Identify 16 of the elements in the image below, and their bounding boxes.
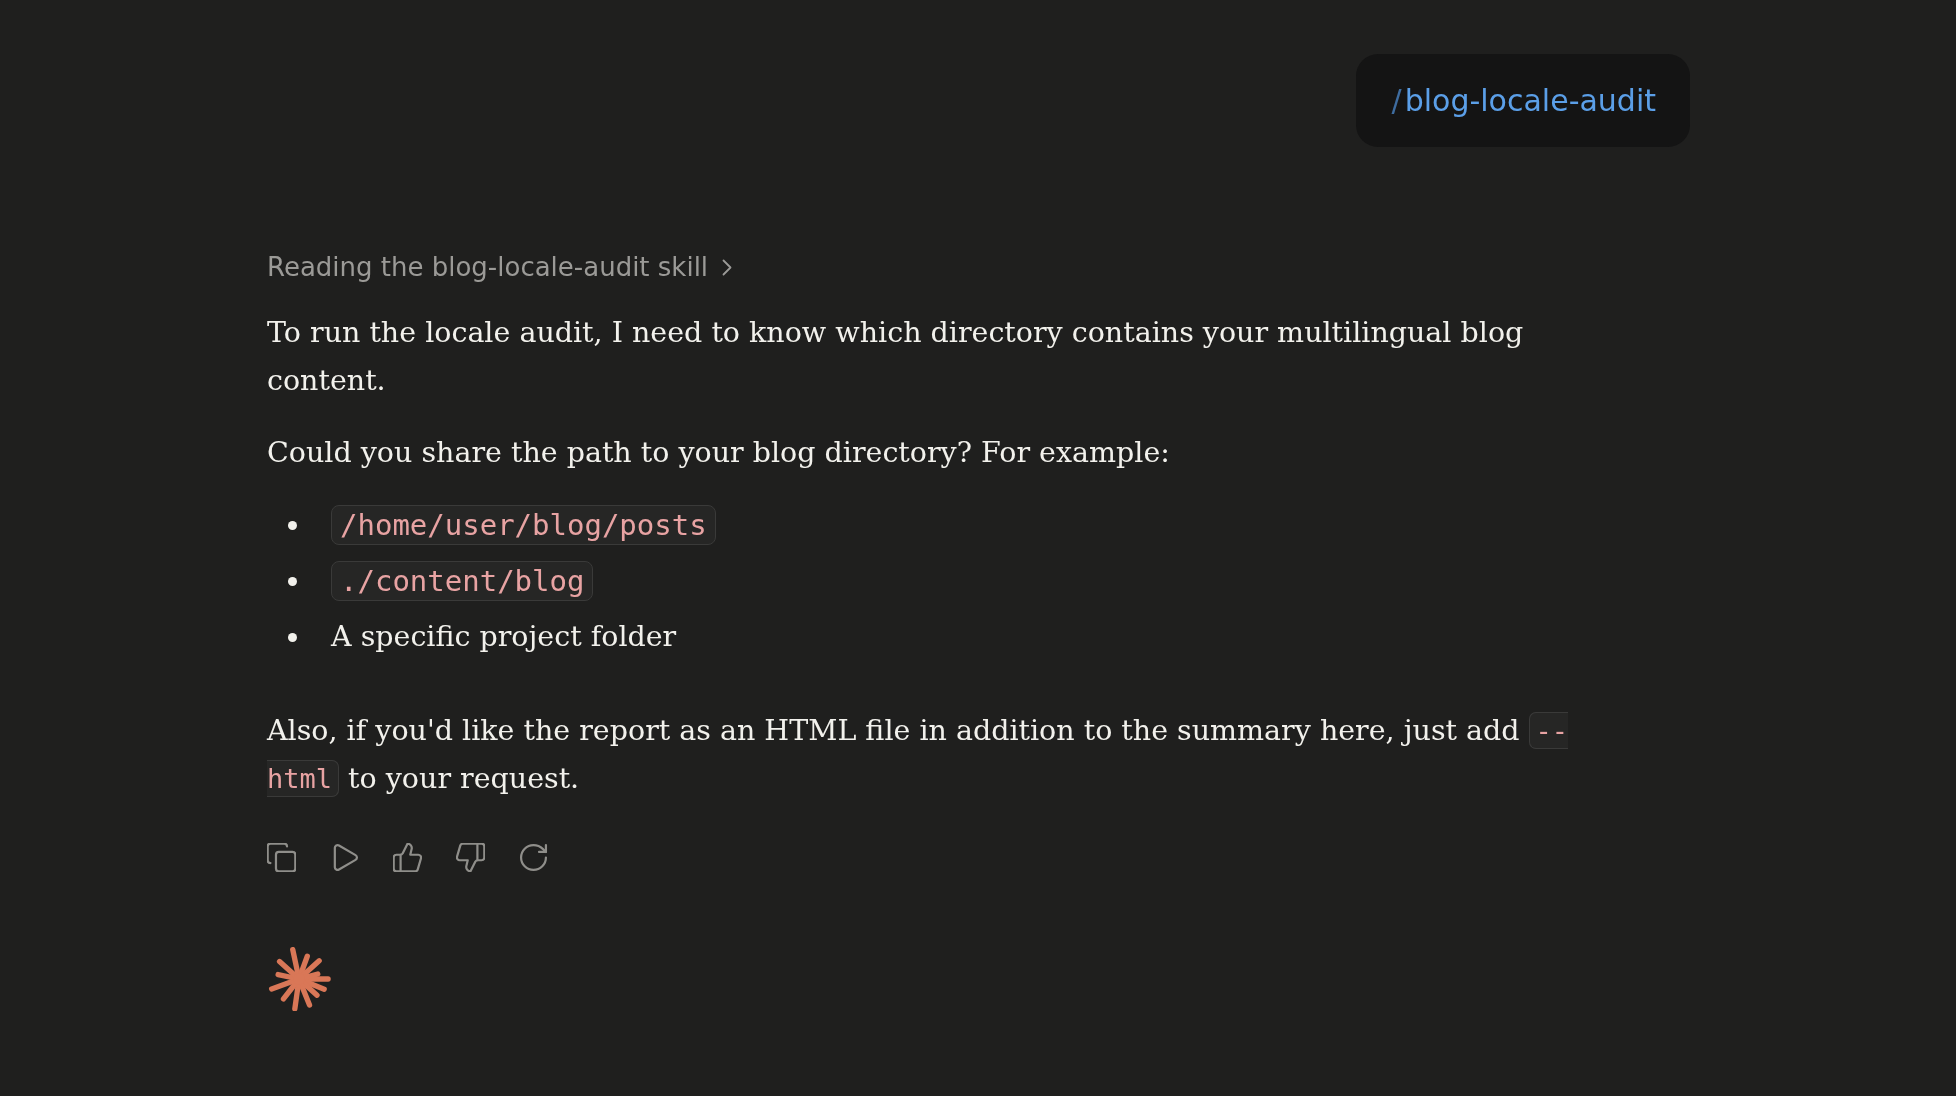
slash-command: /blog-locale-audit	[1391, 83, 1656, 118]
copy-icon	[267, 843, 296, 872]
message-paragraph: Could you share the path to your blog directory? For example:	[267, 435, 1171, 471]
list-item-text: A specific project folder	[331, 619, 677, 655]
skill-step-toggle[interactable]: Reading the blog-locale-audit skill	[267, 249, 733, 285]
bullet-icon	[288, 520, 297, 530]
bullet-icon	[288, 632, 297, 642]
inline-code: ./content/blog	[331, 561, 594, 601]
retry-icon	[519, 843, 548, 872]
starburst-icon	[267, 947, 331, 1011]
bullet-icon	[288, 576, 297, 586]
thumbs-up-icon	[393, 843, 422, 872]
message-paragraph: Also, if you'd like the report as an HTML file in addition to the summary here, just add --html to your request.	[267, 711, 1570, 799]
message-paragraph: To run the locale audit, I need to know which directory contains your multilingual blog content.	[267, 315, 1525, 399]
thumbs-down-icon	[456, 843, 485, 872]
inline-code: /home/user/blog/posts	[331, 505, 716, 545]
